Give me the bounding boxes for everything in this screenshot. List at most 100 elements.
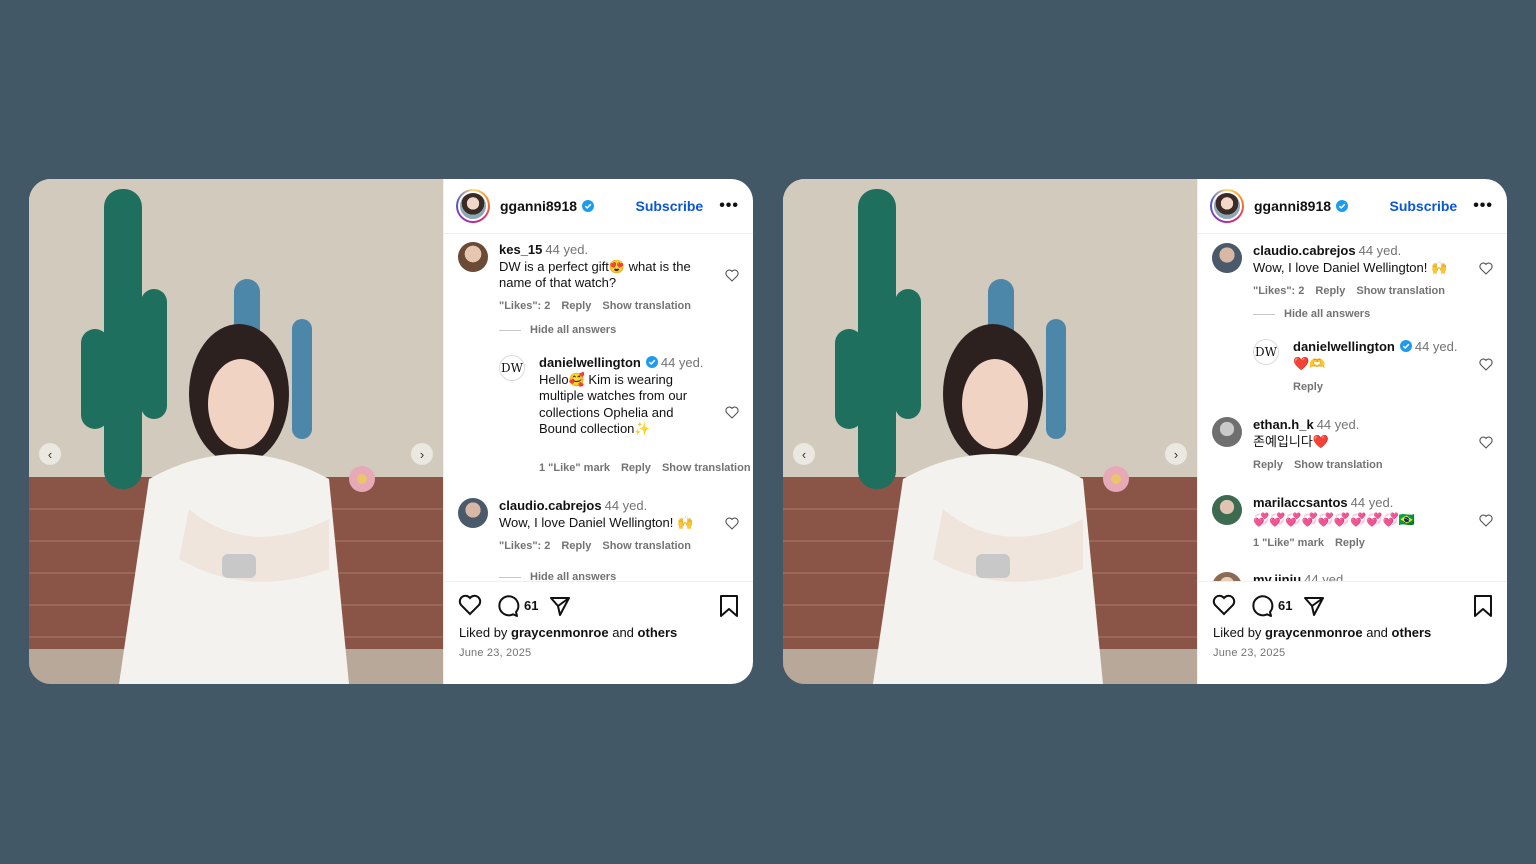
reply-button[interactable]: Reply [621, 462, 651, 474]
commenter-avatar[interactable] [1212, 243, 1242, 273]
danielwellington-avatar[interactable]: DW [499, 355, 525, 381]
reply-button[interactable]: Reply [1253, 459, 1283, 471]
next-photo-button[interactable]: › [1165, 443, 1187, 465]
comment-likes[interactable]: 1 "Like" mark [539, 462, 610, 474]
commenter-avatar[interactable] [458, 498, 488, 528]
commenter-avatar[interactable] [1212, 495, 1242, 525]
share-icon[interactable] [548, 594, 572, 618]
post-sidebar: gganni8918 Subscribe ••• claudio.cabrejo… [1197, 179, 1507, 684]
like-comment-icon[interactable] [725, 517, 739, 530]
comment-text: Hello🥰 Kim is wearing multiple watches f… [539, 371, 688, 437]
share-icon[interactable] [1302, 594, 1326, 618]
comment-time: 44 yed. [660, 355, 704, 370]
comment-icon[interactable] [496, 594, 520, 618]
comment-username[interactable]: claudio.cabrejos [499, 498, 602, 513]
hide-answers-button[interactable]: Hide all answers [499, 571, 616, 581]
show-translation-button[interactable]: Show translation [602, 300, 691, 312]
liked-by-others[interactable]: others [638, 625, 678, 640]
danielwellington-avatar[interactable]: DW [1253, 339, 1279, 365]
comment-text: Wow, I love Daniel Wellington! 🙌 [1253, 259, 1448, 275]
post-date: June 23, 2025 [459, 647, 532, 659]
like-comment-icon[interactable] [725, 406, 739, 419]
like-comment-icon[interactable] [725, 269, 739, 282]
more-options-icon[interactable]: ••• [719, 197, 739, 215]
comment-username[interactable]: marilaccsantos [1253, 495, 1348, 510]
reply-button[interactable]: Reply [561, 300, 591, 312]
comments-list[interactable]: claudio.cabrejos 44 yed. Wow, I love Dani… [1198, 235, 1507, 581]
comment-username[interactable]: kes_15 [499, 242, 542, 257]
comment-likes[interactable]: "Likes": 2 [499, 300, 550, 312]
previous-photo-button[interactable]: ‹ [39, 443, 61, 465]
like-comment-icon[interactable] [1479, 436, 1493, 449]
comment-icon[interactable] [1250, 594, 1274, 618]
comment: ethan.h_k 44 yed. 존예입니다❤️ Reply Show trans… [1212, 417, 1493, 472]
commenter-avatar[interactable] [1212, 572, 1242, 581]
comment-reply: DW danielwellington 44 yed. Hello🥰 Kim is… [499, 355, 751, 475]
post-photo[interactable]: ‹ › [29, 179, 443, 684]
comment-text: DW is a perfect gift😍 what is the name o… [499, 258, 691, 291]
subscribe-button[interactable]: Subscribe [1389, 198, 1457, 214]
comment-username[interactable]: my.jinju [1253, 572, 1301, 581]
comment-likes[interactable]: "Likes": 2 [1253, 285, 1304, 297]
comment-count: 61 [1278, 598, 1293, 613]
comment: kes_15 44 yed. DW is a perfect gift😍 what… [458, 242, 739, 312]
more-options-icon[interactable]: ••• [1473, 197, 1493, 215]
subscribe-button[interactable]: Subscribe [635, 198, 703, 214]
liked-by-others[interactable]: others [1392, 625, 1432, 640]
reply-button[interactable]: Reply [561, 540, 591, 552]
author-username[interactable]: gganni8918 [1254, 198, 1331, 214]
hide-answers-button[interactable]: Hide all answers [499, 324, 616, 336]
hide-answers-button[interactable]: Hide all answers [1253, 308, 1370, 320]
comment-text: ❤️🫶 [1293, 355, 1326, 371]
commenter-avatar[interactable] [458, 242, 488, 272]
comment-text: 존예입니다❤️ [1253, 433, 1329, 449]
comments-list[interactable]: kes_15 44 yed. DW is a perfect gift😍 what… [444, 235, 753, 581]
comment-username[interactable]: ethan.h_k [1253, 417, 1314, 432]
post-card: ‹ › gganni8918 Subscribe ••• kes_15 44 ye… [29, 179, 753, 684]
like-icon[interactable] [458, 594, 482, 616]
comment-time: 44 yed. [1414, 339, 1458, 354]
liked-by-user[interactable]: graycenmonroe [1265, 625, 1363, 640]
show-translation-button[interactable]: Show translation [1356, 285, 1445, 297]
comment-time: 44 yed. [604, 498, 648, 513]
comment-likes[interactable]: "Likes": 2 [499, 540, 550, 552]
reply-button[interactable]: Reply [1293, 381, 1323, 393]
comment-count: 61 [524, 598, 539, 613]
author-username[interactable]: gganni8918 [500, 198, 577, 214]
comment-username[interactable]: danielwellington [539, 355, 641, 370]
comment-username[interactable]: claudio.cabrejos [1253, 243, 1356, 258]
post-photo[interactable]: ‹ › [783, 179, 1197, 684]
show-translation-button[interactable]: Show translation [1294, 459, 1383, 471]
comment-meta: "Likes": 2 Reply Show translation [499, 540, 702, 552]
show-translation-button[interactable]: Show translation [662, 462, 751, 474]
liked-by-user[interactable]: graycenmonroe [511, 625, 609, 640]
comment-meta: 1 "Like" mark Reply Show translation [539, 462, 753, 474]
comment-meta: "Likes": 2 Reply Show translation [499, 300, 702, 312]
previous-photo-button[interactable]: ‹ [793, 443, 815, 465]
author-avatar[interactable] [1210, 189, 1244, 223]
photo-illustration [29, 179, 443, 684]
commenter-avatar[interactable] [1212, 417, 1242, 447]
comment-text: Wow, I love Daniel Wellington! 🙌 [499, 514, 694, 530]
comment-time: 44 yed. [1316, 417, 1360, 432]
verified-badge-icon [582, 200, 595, 212]
author-avatar[interactable] [456, 189, 490, 223]
reply-button[interactable]: Reply [1335, 537, 1365, 549]
like-comment-icon[interactable] [1479, 514, 1493, 527]
next-photo-button[interactable]: › [411, 443, 433, 465]
post-card: ‹ › gganni8918 Subscribe ••• claudio.cab… [783, 179, 1507, 684]
show-translation-button[interactable]: Show translation [602, 540, 691, 552]
comment-meta: 1 "Like" mark Reply [1253, 537, 1376, 549]
comment: marilaccsantos 44 yed. 💞💞💞💞💞💞💞💞💞🇧🇷 1 "Lik… [1212, 495, 1493, 550]
like-comment-icon[interactable] [1479, 358, 1493, 371]
comment-likes[interactable]: 1 "Like" mark [1253, 537, 1324, 549]
comment-username[interactable]: danielwellington [1293, 339, 1395, 354]
save-icon[interactable] [719, 594, 739, 618]
comment: my.jinju 44 yed. [1212, 572, 1493, 581]
save-icon[interactable] [1473, 594, 1493, 618]
photo-illustration [783, 179, 1197, 684]
reply-button[interactable]: Reply [1315, 285, 1345, 297]
comment: claudio.cabrejos 44 yed. Wow, I love Dani… [458, 498, 739, 558]
like-comment-icon[interactable] [1479, 262, 1493, 275]
like-icon[interactable] [1212, 594, 1236, 616]
